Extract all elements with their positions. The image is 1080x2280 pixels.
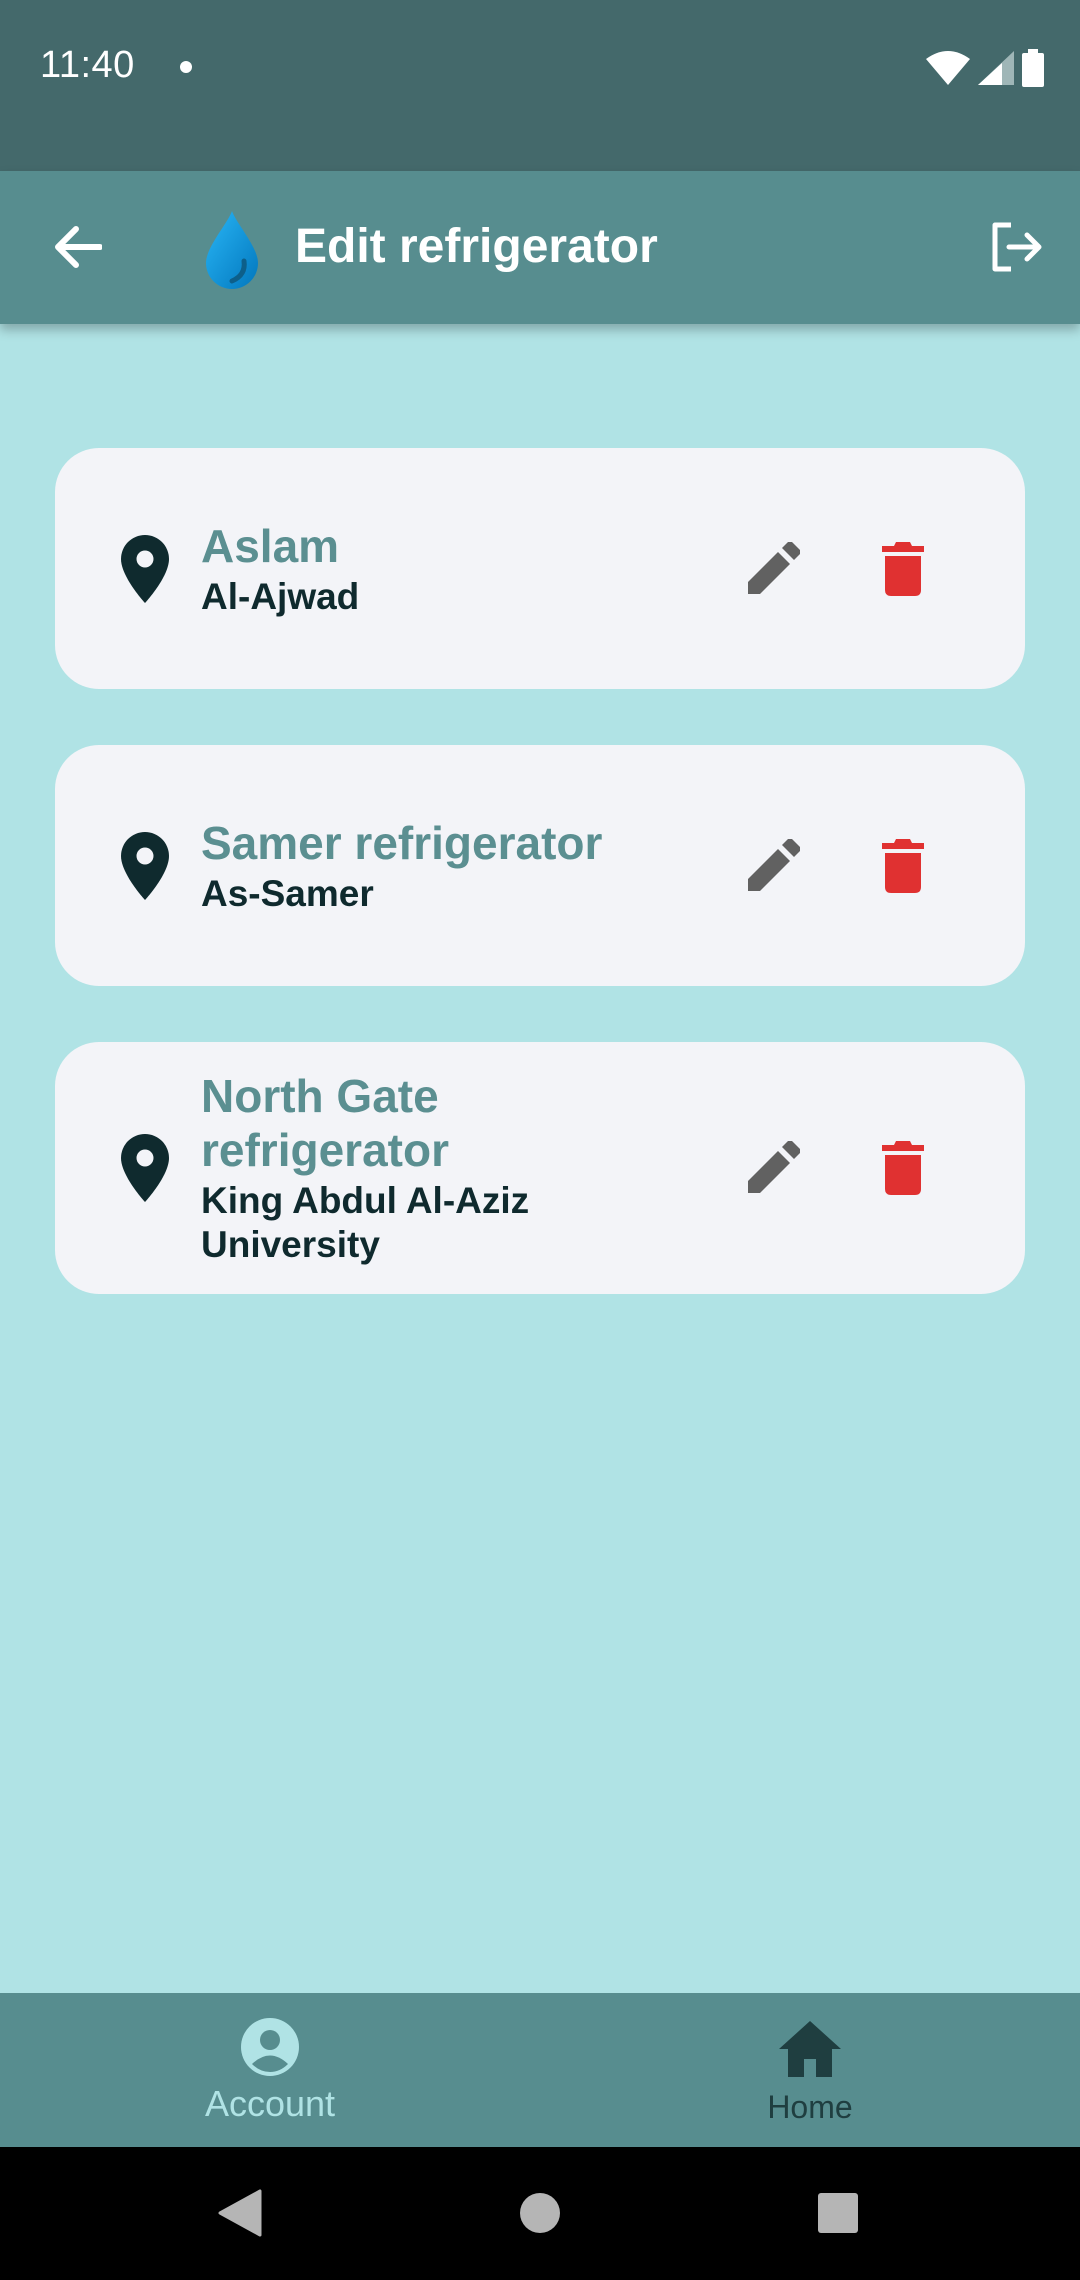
logout-button[interactable] (980, 211, 1052, 283)
back-arrow-icon (55, 226, 102, 268)
trash-icon (882, 541, 924, 596)
refrigerator-list: Aslam Al-Ajwad Samer refrigerator As-Sam… (55, 448, 1025, 1350)
refrigerator-text: North Gate refrigerator King Abdul Al-Az… (201, 1069, 681, 1267)
app-bar: Edit refrigerator (0, 171, 1080, 324)
refrigerator-card: Aslam Al-Ajwad (55, 448, 1025, 689)
status-icons (926, 48, 1044, 88)
trash-icon (882, 1141, 924, 1195)
square-recents-icon (818, 2193, 858, 2233)
trash-icon (882, 838, 924, 893)
status-bar: 11:40 (0, 0, 1080, 171)
back-button[interactable] (44, 213, 112, 281)
refrigerator-name: North Gate refrigerator (201, 1070, 449, 1176)
battery-icon (1022, 49, 1044, 87)
delete-button[interactable] (865, 828, 941, 904)
system-navigation-bar (0, 2147, 1080, 2280)
delete-button[interactable] (865, 531, 941, 607)
refrigerator-location: As-Samer (201, 872, 374, 914)
pencil-icon (748, 838, 800, 891)
signal-icon (978, 51, 1014, 85)
pencil-icon (748, 541, 800, 594)
location-pin-icon (121, 831, 169, 900)
bottom-navigation: Account Home (0, 1993, 1080, 2147)
location-pin-icon (121, 1134, 169, 1202)
triangle-back-icon (218, 2189, 262, 2237)
nav-label-account: Account (204, 2083, 336, 2124)
system-home-button[interactable] (504, 2177, 576, 2249)
edit-button[interactable] (735, 828, 811, 904)
water-drop-logo-icon (206, 211, 258, 289)
refrigerator-name: Samer refrigerator (201, 816, 603, 869)
circle-home-icon (520, 2193, 560, 2233)
edit-button[interactable] (735, 1130, 811, 1206)
home-icon (779, 2021, 841, 2077)
refrigerator-card: North Gate refrigerator King Abdul Al-Az… (55, 1042, 1025, 1294)
system-back-button[interactable] (204, 2177, 276, 2249)
wifi-icon (926, 51, 970, 85)
nav-item-account[interactable]: Account (0, 1993, 540, 2147)
refrigerator-text: Aslam Al-Ajwad (201, 519, 701, 619)
page-title: Edit refrigerator (295, 220, 658, 273)
system-recents-button[interactable] (802, 2177, 874, 2249)
logout-icon (992, 222, 1042, 272)
account-circle-icon (241, 2018, 299, 2076)
nav-item-home[interactable]: Home (540, 1993, 1080, 2147)
refrigerator-text: Samer refrigerator As-Samer (201, 816, 701, 916)
edit-button[interactable] (735, 531, 811, 607)
notification-dot-icon (180, 61, 192, 73)
refrigerator-location: Al-Ajwad (201, 575, 360, 617)
nav-label-home: Home (767, 2089, 853, 2125)
pencil-icon (748, 1141, 800, 1193)
refrigerator-name: Aslam (201, 519, 340, 572)
location-pin-icon (121, 534, 169, 603)
status-time: 11:40 (40, 44, 135, 86)
refrigerator-location: King Abdul Al-Aziz University (201, 1180, 530, 1265)
delete-button[interactable] (865, 1130, 941, 1206)
refrigerator-card: Samer refrigerator As-Samer (55, 745, 1025, 986)
